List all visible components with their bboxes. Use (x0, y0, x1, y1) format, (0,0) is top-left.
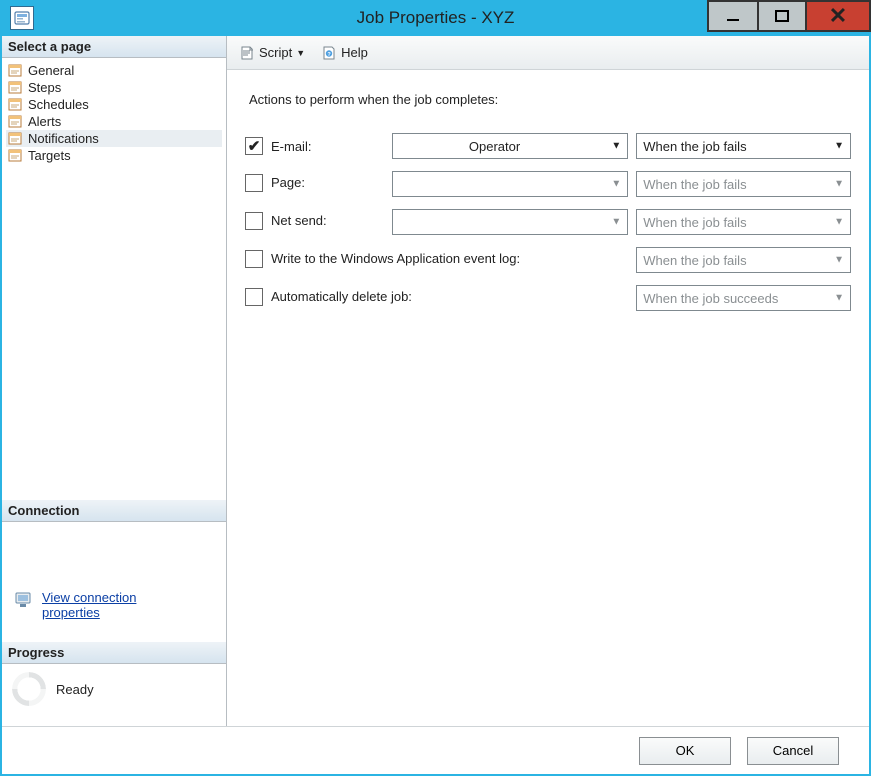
checkbox-icon (245, 137, 263, 155)
checkbox-icon (245, 174, 263, 192)
progress-status: Ready (56, 682, 94, 697)
email-operator-dropdown[interactable]: Operator ▼ (392, 133, 628, 159)
page-item-label: Notifications (28, 131, 99, 146)
title-bar: Job Properties - XYZ ✕ (0, 0, 871, 36)
page-operator-dropdown: ▼ (392, 171, 628, 197)
view-connection-row: View connection properties (14, 590, 214, 620)
autodelete-condition-dropdown: When the job succeeds ▼ (636, 285, 851, 311)
dialog-client: Select a page General Steps (2, 36, 869, 726)
page-icon (8, 115, 24, 129)
chevron-down-icon: ▼ (611, 217, 621, 228)
netsend-condition-value: When the job fails (643, 215, 746, 230)
help-button[interactable]: ? Help (317, 43, 372, 63)
page-item-alerts[interactable]: Alerts (6, 113, 222, 130)
row-netsend: Net send: ▼ When the job fails (245, 209, 851, 235)
main-pane: Script ▼ ? Help Actions to perform whe (227, 36, 869, 726)
page-list: General Steps Schedules (2, 58, 226, 168)
page-item-schedules[interactable]: Schedules (6, 96, 222, 113)
email-condition-value: When the job fails (643, 139, 746, 154)
page-condition-dropdown: When the job fails ▼ (636, 171, 851, 197)
checkbox-icon (245, 250, 263, 268)
close-button[interactable]: ✕ (807, 0, 871, 32)
notifications-content: Actions to perform when the job complete… (227, 70, 869, 726)
row-autodelete: Automatically delete job: When the job s… (245, 285, 851, 311)
page-item-notifications[interactable]: Notifications (6, 130, 222, 147)
help-icon: ? (321, 45, 337, 61)
page-item-label: General (28, 63, 74, 78)
email-label: E-mail: (271, 139, 311, 154)
window-controls: ✕ (707, 0, 871, 36)
autodelete-condition-value: When the job succeeds (643, 291, 778, 306)
netsend-operator-dropdown: ▼ (392, 209, 628, 235)
notification-options-table: E-mail: Operator ▼ When the job fails (245, 121, 851, 323)
connection-header: Connection (2, 500, 226, 522)
chevron-down-icon: ▼ (834, 255, 844, 266)
minimize-button[interactable] (707, 0, 757, 32)
toolbar: Script ▼ ? Help (227, 36, 869, 70)
page-item-general[interactable]: General (6, 62, 222, 79)
row-eventlog: Write to the Windows Application event l… (245, 247, 851, 273)
script-button[interactable]: Script ▼ (235, 43, 309, 63)
row-email: E-mail: Operator ▼ When the job fails (245, 133, 851, 159)
page-item-label: Schedules (28, 97, 89, 112)
checkbox-icon (245, 288, 263, 306)
chevron-down-icon: ▼ (834, 179, 844, 190)
select-page-header: Select a page (2, 36, 226, 58)
script-icon (239, 45, 255, 61)
netsend-label: Net send: (271, 213, 327, 228)
progress-header: Progress (2, 642, 226, 664)
page-item-label: Alerts (28, 114, 61, 129)
page-icon (8, 98, 24, 112)
chevron-down-icon: ▼ (611, 141, 621, 152)
help-label: Help (341, 45, 368, 60)
page-checkbox[interactable]: Page: (245, 174, 305, 192)
page-item-label: Targets (28, 148, 71, 163)
server-icon (14, 590, 34, 610)
eventlog-condition-dropdown: When the job fails ▼ (636, 247, 851, 273)
page-item-label: Steps (28, 80, 61, 95)
link-line-1: View connection (42, 590, 136, 605)
chevron-down-icon: ▼ (834, 217, 844, 228)
left-pane: Select a page General Steps (2, 36, 227, 726)
app-icon (10, 6, 34, 30)
content-heading: Actions to perform when the job complete… (249, 92, 851, 107)
page-icon (8, 149, 24, 163)
row-page: Page: ▼ When the job fails (245, 171, 851, 197)
page-item-targets[interactable]: Targets (6, 147, 222, 164)
link-line-2: properties (42, 605, 100, 620)
chevron-down-icon: ▼ (611, 179, 621, 190)
dialog-button-bar: OK Cancel (2, 726, 869, 774)
chevron-down-icon: ▼ (834, 293, 844, 304)
page-condition-value: When the job fails (643, 177, 746, 192)
checkbox-icon (245, 212, 263, 230)
cancel-button[interactable]: Cancel (747, 737, 839, 765)
autodelete-label: Automatically delete job: (271, 289, 412, 304)
page-icon (8, 81, 24, 95)
eventlog-condition-value: When the job fails (643, 253, 746, 268)
autodelete-checkbox[interactable]: Automatically delete job: (245, 288, 412, 306)
chevron-down-icon: ▼ (834, 141, 844, 152)
dialog-frame: Select a page General Steps (0, 36, 871, 776)
page-item-steps[interactable]: Steps (6, 79, 222, 96)
email-condition-dropdown[interactable]: When the job fails ▼ (636, 133, 851, 159)
progress-body: Ready (2, 664, 226, 726)
netsend-condition-dropdown: When the job fails ▼ (636, 209, 851, 235)
progress-spinner-icon (12, 672, 46, 706)
netsend-checkbox[interactable]: Net send: (245, 212, 327, 230)
page-icon (8, 64, 24, 78)
ok-button[interactable]: OK (639, 737, 731, 765)
page-label: Page: (271, 175, 305, 190)
page-icon (8, 132, 24, 146)
eventlog-label: Write to the Windows Application event l… (271, 251, 520, 266)
email-operator-value: Operator (469, 139, 520, 154)
connection-body: View connection properties (2, 522, 226, 642)
email-checkbox[interactable]: E-mail: (245, 137, 311, 155)
script-label: Script (259, 45, 292, 60)
chevron-down-icon: ▼ (296, 48, 305, 58)
eventlog-checkbox[interactable]: Write to the Windows Application event l… (245, 250, 520, 268)
maximize-button[interactable] (757, 0, 807, 32)
view-connection-properties-link[interactable]: View connection properties (42, 590, 136, 620)
